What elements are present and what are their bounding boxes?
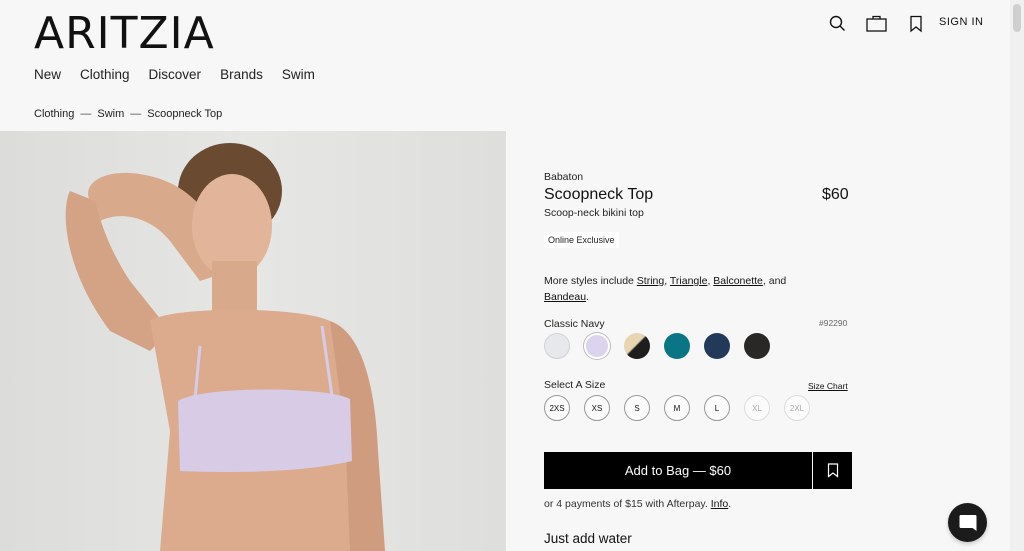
afterpay-text: or 4 payments of $15 with Afterpay. Info… [544,498,731,510]
style-link-triangle[interactable]: Triangle [670,275,708,287]
bookmark-icon[interactable] [905,13,927,35]
breadcrumb-item-swim[interactable]: Swim [97,108,124,120]
aritzia-logo[interactable]: ARITZIA [34,8,215,59]
style-link-balconette[interactable]: Balconette [713,275,763,287]
afterpay-end: . [728,498,732,510]
nav-item-brands[interactable]: Brands [220,67,263,82]
search-icon[interactable] [826,12,848,34]
styles-and: , and [762,275,787,287]
chat-button[interactable] [948,503,987,542]
swatch-navy[interactable] [704,333,730,359]
more-styles-text: More styles include String, Triangle, Ba… [544,273,834,305]
swatch-light-grey[interactable] [544,333,570,359]
swatch-black[interactable] [744,333,770,359]
styles-end: . [586,291,589,303]
page-scrollbar[interactable] [1010,0,1024,551]
size-m[interactable]: M [664,395,690,421]
select-size-label: Select A Size [544,379,606,391]
description-heading: Just add water [544,531,632,546]
swatch-lilac[interactable] [584,333,610,359]
product-brand[interactable]: Babaton [544,171,583,183]
save-to-wishlist-button[interactable] [813,452,852,489]
selected-color-name: Classic Navy [544,318,605,330]
afterpay-message: or 4 payments of $15 with Afterpay. [544,498,708,510]
size-l[interactable]: L [704,395,730,421]
model-photo-illustration [65,143,385,551]
product-subtitle: Scoop-neck bikini top [544,207,644,219]
size-xl[interactable]: XL [744,395,770,421]
size-2xl[interactable]: 2XL [784,395,810,421]
size-2xs[interactable]: 2XS [544,395,570,421]
chat-icon [959,514,976,531]
breadcrumb-item-current: Scoopneck Top [147,108,223,120]
product-image[interactable] [0,131,506,551]
nav-item-discover[interactable]: Discover [149,67,202,82]
sign-in-link[interactable]: SIGN IN [939,16,983,28]
style-link-bandeau[interactable]: Bandeau [544,291,586,303]
nav-item-swim[interactable]: Swim [282,67,315,82]
nav-item-clothing[interactable]: Clothing [80,67,130,82]
product-title: Scoopneck Top [544,186,654,203]
style-link-string[interactable]: String [637,275,664,287]
size-options: 2XS XS S M L XL 2XL [544,395,810,421]
size-chart-link[interactable]: Size Chart [808,381,848,391]
nav-item-new[interactable]: New [34,67,61,82]
swatch-black-gold[interactable] [624,333,650,359]
breadcrumb-item-clothing[interactable]: Clothing [34,108,74,120]
scrollbar-thumb[interactable] [1013,4,1021,32]
afterpay-info-link[interactable]: Info [711,498,729,510]
color-swatches [544,333,770,359]
size-s[interactable]: S [624,395,650,421]
product-sku: #92290 [819,318,848,328]
breadcrumb-separator: — [80,108,92,120]
breadcrumb: Clothing — Swim — Scoopneck Top [34,108,222,120]
swatch-teal[interactable] [664,333,690,359]
product-price: $60 [822,186,849,203]
more-styles-prefix: More styles include [544,275,634,287]
main-nav: New Clothing Discover Brands Swim [34,67,334,82]
bookmark-icon [827,463,838,478]
breadcrumb-separator: — [130,108,142,120]
bag-icon[interactable] [865,12,887,34]
add-to-bag-button[interactable]: Add to Bag — $60 [544,452,812,489]
online-exclusive-badge: Online Exclusive [544,232,619,248]
size-xs[interactable]: XS [584,395,610,421]
